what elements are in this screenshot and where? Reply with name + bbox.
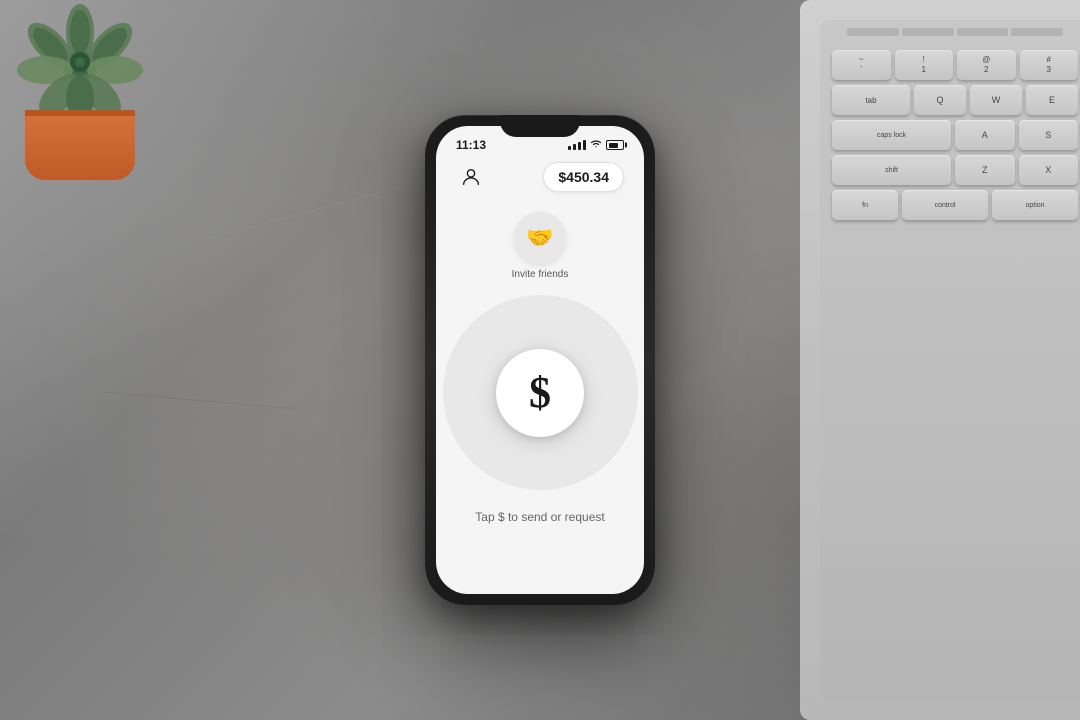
- key-option[interactable]: option: [992, 190, 1078, 220]
- invite-avatar[interactable]: 🤝: [514, 212, 566, 264]
- invite-label: Invite friends: [512, 269, 569, 280]
- signal-bars-icon: [568, 140, 586, 150]
- key-s[interactable]: S: [1019, 120, 1079, 150]
- key-caps-lock[interactable]: caps lock: [832, 120, 951, 150]
- tap-instruction: Tap $ to send or request: [475, 510, 604, 524]
- key-fn[interactable]: fn: [832, 190, 898, 220]
- status-icons: [568, 139, 624, 152]
- laptop: ~` !1 @2 #3 tab Q W: [780, 0, 1080, 720]
- speaker-grille: [847, 28, 1063, 36]
- phone: 11:13: [425, 115, 655, 605]
- key-1[interactable]: !1: [895, 50, 954, 80]
- battery-icon: [606, 140, 624, 150]
- signal-bar-1: [568, 146, 571, 150]
- pot: [25, 110, 135, 180]
- key-2[interactable]: @2: [957, 50, 1016, 80]
- key-3[interactable]: #3: [1020, 50, 1079, 80]
- invite-section: 🤝 Invite friends: [512, 212, 569, 280]
- dollar-circle-outer[interactable]: $: [443, 295, 638, 490]
- key-a[interactable]: A: [955, 120, 1015, 150]
- phone-outer: 11:13: [425, 115, 655, 605]
- key-shift[interactable]: shift: [832, 155, 951, 185]
- status-time: 11:13: [456, 138, 486, 152]
- key-z[interactable]: Z: [955, 155, 1015, 185]
- key-w[interactable]: W: [970, 85, 1022, 115]
- laptop-body: ~` !1 @2 #3 tab Q W: [800, 0, 1080, 720]
- user-avatar[interactable]: [456, 162, 486, 192]
- key-control[interactable]: control: [902, 190, 988, 220]
- balance-display: $450.34: [543, 162, 624, 192]
- phone-notch: [500, 115, 580, 137]
- user-icon: [460, 166, 482, 188]
- signal-bar-4: [583, 140, 586, 150]
- key-q[interactable]: Q: [914, 85, 966, 115]
- signal-bar-2: [573, 144, 576, 150]
- app-header: $450.34: [436, 157, 644, 202]
- keyboard-keys: ~` !1 @2 #3 tab Q W: [832, 50, 1078, 688]
- phone-screen: 11:13: [436, 126, 644, 594]
- key-backtick[interactable]: ~`: [832, 50, 891, 80]
- key-x[interactable]: X: [1019, 155, 1079, 185]
- dollar-button[interactable]: $: [496, 349, 584, 437]
- key-e[interactable]: E: [1026, 85, 1078, 115]
- signal-bar-3: [578, 142, 581, 150]
- keyboard-area: ~` !1 @2 #3 tab Q W: [820, 20, 1080, 700]
- dollar-sign: $: [529, 371, 551, 415]
- succulent-plant: [0, 0, 180, 180]
- succulent-svg: [0, 0, 160, 120]
- wifi-icon: [590, 139, 602, 152]
- key-tab[interactable]: tab: [832, 85, 910, 115]
- battery-fill: [609, 143, 618, 148]
- app-content: 🤝 Invite friends $ Tap $ to send or requ…: [436, 202, 644, 594]
